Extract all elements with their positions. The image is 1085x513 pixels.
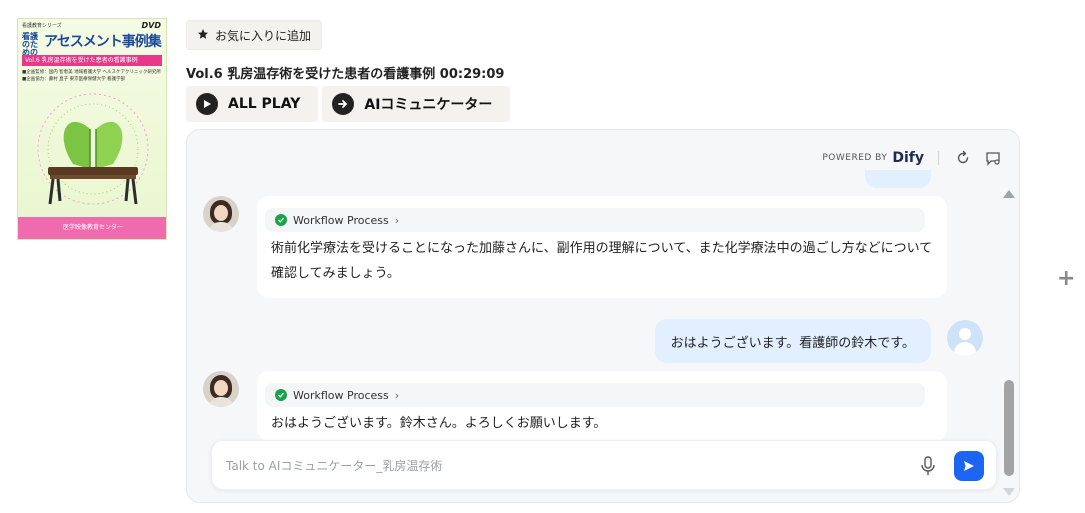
scrollbar-thumb[interactable] bbox=[1004, 380, 1014, 476]
bot-avatar bbox=[203, 196, 239, 232]
chat-scrollbar[interactable] bbox=[1003, 190, 1015, 496]
cover-credit-2: ■企画協力：藤村 直子 東京医療保健大学 看護学部 bbox=[22, 77, 126, 82]
plus-icon[interactable]: + bbox=[1057, 266, 1075, 291]
dify-logo: Dify bbox=[892, 150, 924, 166]
workflow-process-label: Workflow Process bbox=[293, 388, 389, 402]
chat-panel: POWERED BY Dify Workflow Process › 術前化学療… bbox=[186, 129, 1020, 503]
chevron-right-icon: › bbox=[394, 213, 400, 227]
workflow-process-toggle[interactable]: Workflow Process › bbox=[265, 208, 925, 232]
scroll-down-arrow-icon[interactable] bbox=[1003, 488, 1015, 496]
workflow-process-label: Workflow Process bbox=[293, 213, 389, 227]
bot-message-text: 術前化学療法を受けることになった加藤さんに、副作用の理解について、また化学療法中… bbox=[271, 241, 933, 281]
chat-input[interactable] bbox=[226, 455, 866, 477]
cover-small-title: 看護のための bbox=[22, 32, 38, 57]
cover-bench-art bbox=[37, 93, 149, 205]
cover-publisher: 医学映像教育センター bbox=[18, 217, 166, 239]
page: 看護教育シリーズ DVD 看護のための アセスメント事例集 Vol.6 乳房温存… bbox=[0, 0, 1085, 513]
video-title: Vol.6 乳房温存術を受けた患者の看護事例 00:29:09 bbox=[186, 67, 505, 82]
send-button[interactable] bbox=[954, 451, 984, 481]
cover-vol-band: Vol.6 乳房温存術を受けた患者の看護事例 bbox=[22, 55, 162, 66]
chat-header: POWERED BY Dify bbox=[822, 148, 1003, 168]
scroll-up-arrow-icon[interactable] bbox=[1003, 190, 1015, 198]
add-to-favorites-button[interactable]: お気に入りに追加 bbox=[186, 20, 323, 50]
bot-message-text: おはようございます。鈴木さん。よろしくお願いします。 bbox=[271, 416, 607, 431]
all-play-label: ALL PLAY bbox=[228, 96, 301, 112]
cover-credit-1: ■企画監修：国内 智恵美 地域看護大学 ヘルスケアクリニック研究所 bbox=[22, 70, 161, 75]
cover-main-title: アセスメント事例集 bbox=[44, 34, 162, 50]
cover-dvd-logo: DVD bbox=[141, 21, 161, 30]
bot-avatar bbox=[203, 371, 239, 407]
dvd-cover-image: 看護教育シリーズ DVD 看護のための アセスメント事例集 Vol.6 乳房温存… bbox=[17, 18, 167, 240]
user-message: おはようございます。看護師の鈴木です。 bbox=[654, 319, 931, 363]
bot-message: Workflow Process › おはようございます。鈴木さん。よろしくお願… bbox=[257, 371, 947, 441]
cover-series: 看護教育シリーズ bbox=[22, 23, 62, 29]
star-icon bbox=[197, 28, 209, 43]
add-to-favorites-label: お気に入りに追加 bbox=[215, 28, 312, 43]
check-icon bbox=[275, 214, 287, 226]
chat-input-bar bbox=[211, 440, 997, 490]
ai-communicator-button[interactable]: AIコミュニケーター bbox=[322, 86, 511, 122]
action-buttons: ALL PLAY AIコミュニケーター bbox=[186, 86, 511, 122]
microphone-icon[interactable] bbox=[918, 455, 938, 477]
bot-message: Workflow Process › 術前化学療法を受けることになった加藤さんに… bbox=[257, 196, 947, 298]
check-icon bbox=[275, 389, 287, 401]
workflow-process-toggle[interactable]: Workflow Process › bbox=[265, 383, 925, 407]
arrow-right-icon bbox=[332, 93, 355, 115]
restart-icon[interactable] bbox=[953, 148, 973, 168]
chat-settings-icon[interactable] bbox=[983, 148, 1003, 168]
play-icon bbox=[196, 93, 218, 115]
all-play-button[interactable]: ALL PLAY bbox=[186, 86, 319, 122]
chevron-right-icon: › bbox=[394, 388, 400, 402]
previous-user-bubble-edge bbox=[865, 170, 931, 188]
powered-by-dify: POWERED BY Dify bbox=[822, 150, 924, 166]
ai-communicator-label: AIコミュニケーター bbox=[364, 97, 493, 113]
user-avatar-icon bbox=[947, 320, 983, 356]
header-divider bbox=[938, 151, 939, 165]
powered-by-label: POWERED BY bbox=[822, 153, 888, 163]
send-icon bbox=[964, 461, 974, 471]
